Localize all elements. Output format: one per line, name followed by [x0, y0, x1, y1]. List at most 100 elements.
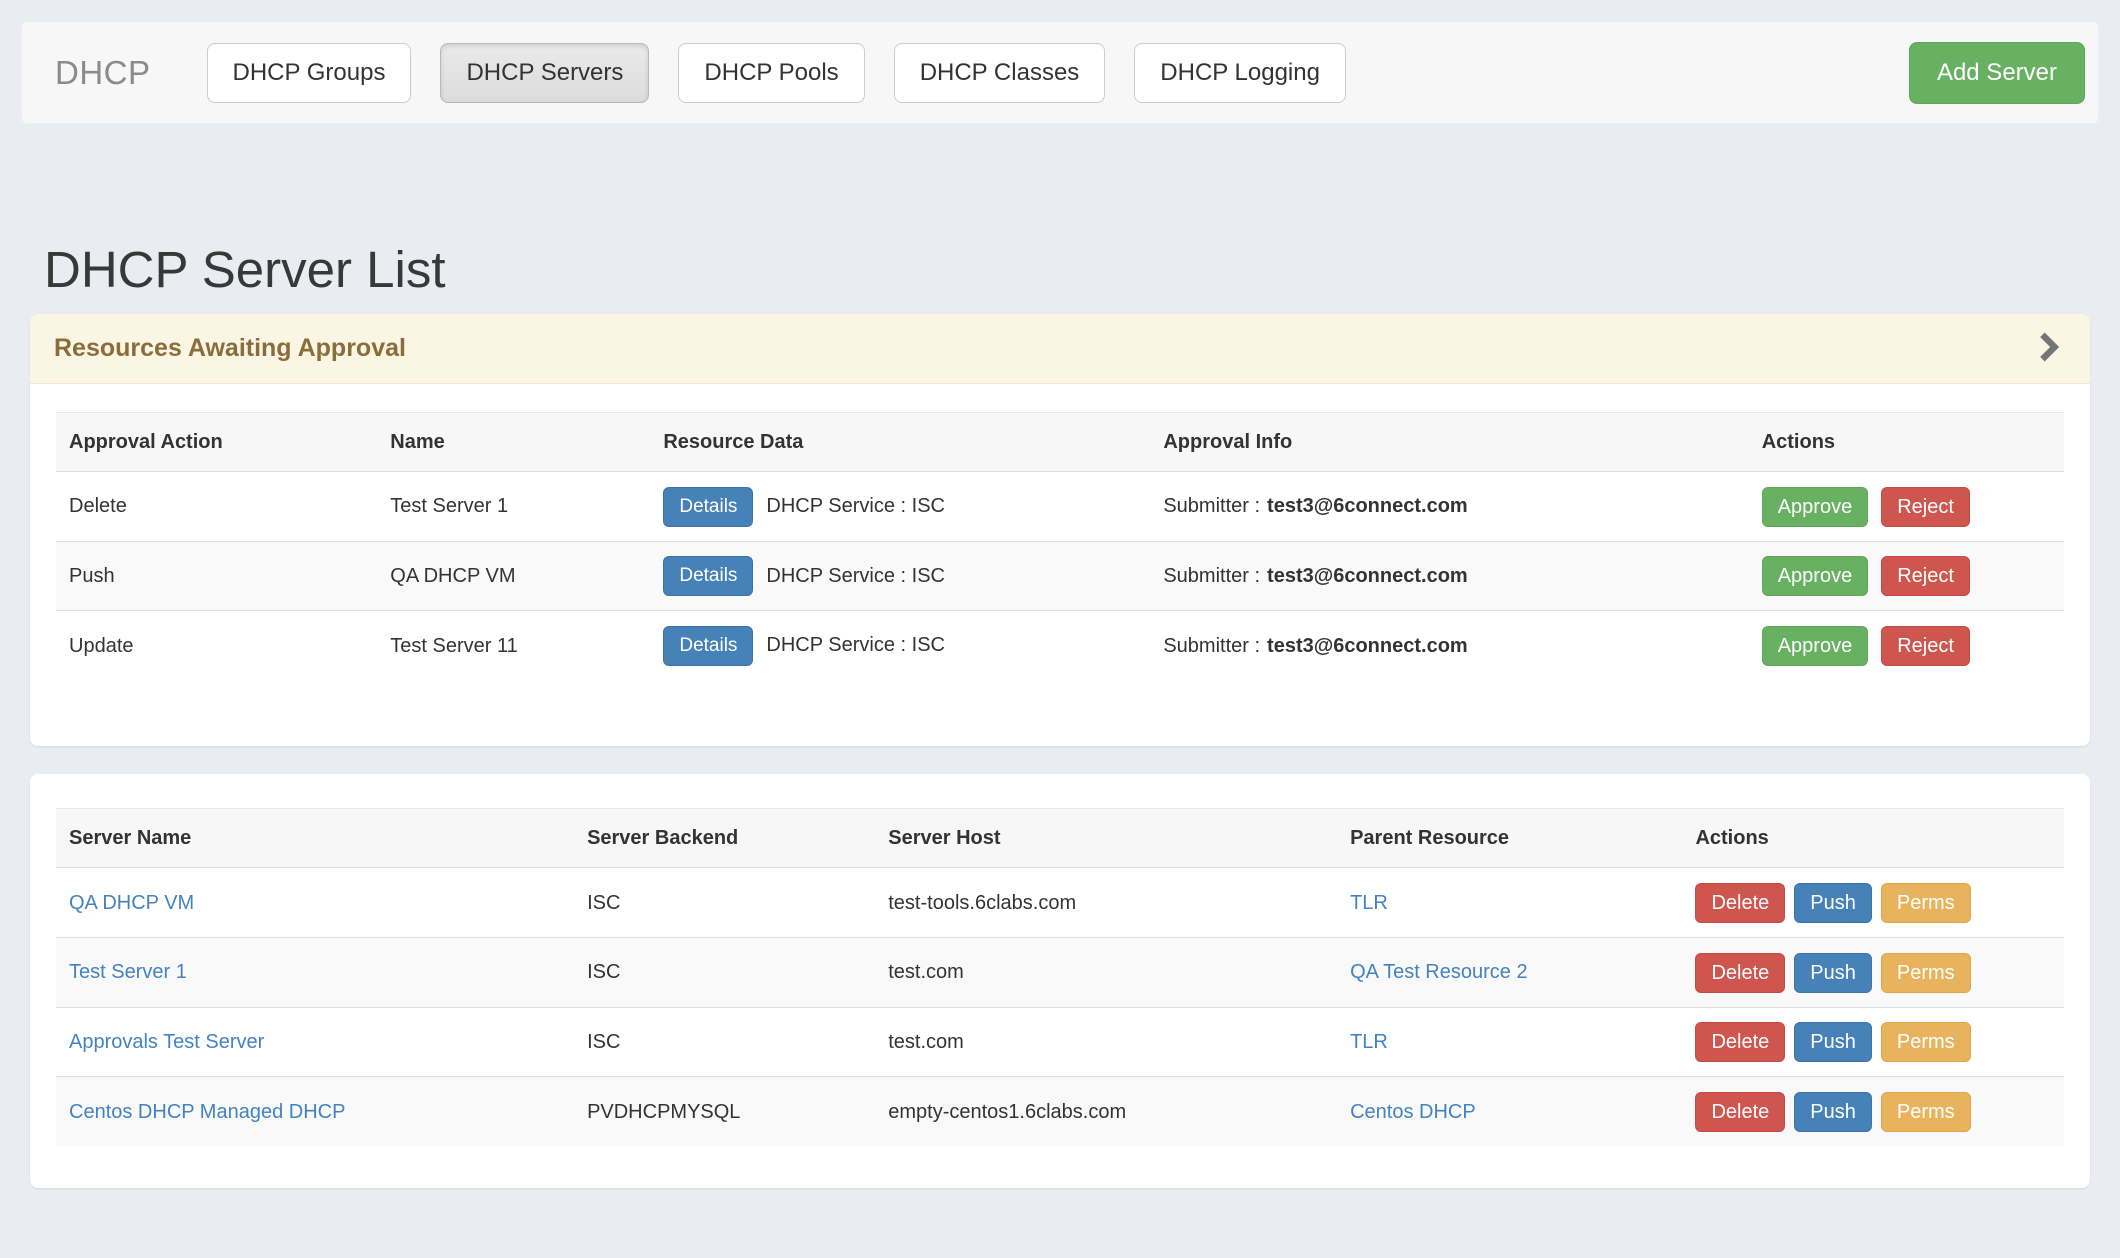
server-backend-cell: ISC: [574, 1007, 875, 1077]
column-header-name: Name: [377, 413, 650, 472]
approval-panel-body: Approval Action Name Resource Data Appro…: [30, 384, 2090, 746]
approve-button[interactable]: Approve: [1762, 487, 1869, 527]
column-header-server-backend: Server Backend: [574, 809, 875, 868]
submitter-label: Submitter :: [1163, 495, 1260, 517]
tab-dhcp-logging[interactable]: DHCP Logging: [1134, 43, 1346, 103]
server-host-cell: test.com: [875, 937, 1337, 1007]
server-actions-cell: DeletePushPerms: [1682, 868, 2064, 938]
delete-button[interactable]: Delete: [1695, 1092, 1785, 1132]
delete-button[interactable]: Delete: [1695, 883, 1785, 923]
column-header-parent-resource: Parent Resource: [1337, 809, 1682, 868]
server-actions-cell: DeletePushPerms: [1682, 937, 2064, 1007]
server-name-link[interactable]: Test Server 1: [69, 961, 187, 983]
column-header-approval-action: Approval Action: [56, 413, 377, 472]
server-host-cell: test.com: [875, 1007, 1337, 1077]
server-actions-cell: DeletePushPerms: [1682, 1077, 2064, 1146]
push-button[interactable]: Push: [1794, 953, 1872, 993]
approval-name-cell: QA DHCP VM: [377, 541, 650, 611]
server-host-cell: empty-centos1.6clabs.com: [875, 1077, 1337, 1146]
approval-row: Update Test Server 11 Details DHCP Servic…: [56, 611, 2064, 680]
tab-dhcp-groups[interactable]: DHCP Groups: [207, 43, 412, 103]
perms-button[interactable]: Perms: [1881, 1022, 1971, 1062]
reject-button[interactable]: Reject: [1881, 487, 1970, 527]
approval-actions-cell: Approve Reject: [1749, 541, 2064, 611]
parent-resource-link[interactable]: QA Test Resource 2: [1350, 961, 1528, 983]
perms-button[interactable]: Perms: [1881, 1092, 1971, 1132]
approval-actions-cell: Approve Reject: [1749, 472, 2064, 542]
tab-dhcp-classes[interactable]: DHCP Classes: [894, 43, 1106, 103]
delete-button[interactable]: Delete: [1695, 1022, 1785, 1062]
approval-actions-cell: Approve Reject: [1749, 611, 2064, 680]
resource-data-cell: Details DHCP Service : ISC: [650, 472, 1150, 542]
server-backend-cell: PVDHCPMYSQL: [574, 1077, 875, 1146]
server-name-link[interactable]: Centos DHCP Managed DHCP: [69, 1101, 345, 1123]
chevron-right-icon: [2037, 332, 2061, 365]
submitter-email: test3@6connect.com: [1267, 565, 1468, 587]
server-table-header-row: Server Name Server Backend Server Host P…: [56, 809, 2064, 868]
column-header-actions: Actions: [1682, 809, 2064, 868]
approval-panel-heading: Resources Awaiting Approval: [30, 314, 2090, 384]
approval-table: Approval Action Name Resource Data Appro…: [56, 412, 2064, 680]
server-row: Approvals Test Server ISC test.com TLR D…: [56, 1007, 2064, 1077]
push-button[interactable]: Push: [1794, 1022, 1872, 1062]
resource-data-text: DHCP Service : ISC: [766, 634, 945, 656]
parent-resource-link[interactable]: Centos DHCP: [1350, 1101, 1476, 1123]
resource-data-text: DHCP Service : ISC: [766, 495, 945, 517]
approval-action-cell: Update: [56, 611, 377, 680]
delete-button[interactable]: Delete: [1695, 953, 1785, 993]
column-header-server-name: Server Name: [56, 809, 574, 868]
approve-button[interactable]: Approve: [1762, 626, 1869, 666]
resource-data-text: DHCP Service : ISC: [766, 565, 945, 587]
parent-resource-link[interactable]: TLR: [1350, 892, 1388, 914]
approval-panel: Resources Awaiting Approval Approval Act…: [30, 314, 2090, 746]
parent-resource-link[interactable]: TLR: [1350, 1031, 1388, 1053]
server-list-panel-body: Server Name Server Backend Server Host P…: [30, 774, 2090, 1188]
details-button[interactable]: Details: [663, 556, 753, 596]
add-server-button[interactable]: Add Server: [1909, 42, 2085, 104]
perms-button[interactable]: Perms: [1881, 883, 1971, 923]
resource-data-cell: Details DHCP Service : ISC: [650, 611, 1150, 680]
push-button[interactable]: Push: [1794, 1092, 1872, 1132]
approval-panel-title: Resources Awaiting Approval: [54, 334, 406, 363]
perms-button[interactable]: Perms: [1881, 953, 1971, 993]
nav-brand: DHCP: [55, 54, 151, 92]
approval-row: Delete Test Server 1 Details DHCP Service…: [56, 472, 2064, 542]
collapse-toggle-button[interactable]: [2032, 332, 2066, 366]
column-header-actions: Actions: [1749, 413, 2064, 472]
push-button[interactable]: Push: [1794, 883, 1872, 923]
approve-button[interactable]: Approve: [1762, 556, 1869, 596]
approval-name-cell: Test Server 11: [377, 611, 650, 680]
submitter-label: Submitter :: [1163, 565, 1260, 587]
submitter-email: test3@6connect.com: [1267, 495, 1468, 517]
server-row: QA DHCP VM ISC test-tools.6clabs.com TLR…: [56, 868, 2064, 938]
server-name-link[interactable]: QA DHCP VM: [69, 892, 194, 914]
resource-data-cell: Details DHCP Service : ISC: [650, 541, 1150, 611]
approval-info-cell: Submitter : test3@6connect.com: [1150, 541, 1748, 611]
server-backend-cell: ISC: [574, 868, 875, 938]
approval-row: Push QA DHCP VM Details DHCP Service : IS…: [56, 541, 2064, 611]
server-list-panel: Server Name Server Backend Server Host P…: [30, 774, 2090, 1188]
top-nav: DHCP DHCP Groups DHCP Servers DHCP Pools…: [21, 21, 2099, 124]
page-title: DHCP Server List: [44, 242, 2120, 298]
approval-table-header-row: Approval Action Name Resource Data Appro…: [56, 413, 2064, 472]
server-backend-cell: ISC: [574, 937, 875, 1007]
approval-action-cell: Delete: [56, 472, 377, 542]
tab-dhcp-pools[interactable]: DHCP Pools: [678, 43, 864, 103]
server-row: Centos DHCP Managed DHCP PVDHCPMYSQL emp…: [56, 1077, 2064, 1146]
server-host-cell: test-tools.6clabs.com: [875, 868, 1337, 938]
reject-button[interactable]: Reject: [1881, 556, 1970, 596]
server-name-link[interactable]: Approvals Test Server: [69, 1031, 264, 1053]
submitter-email: test3@6connect.com: [1267, 635, 1468, 657]
reject-button[interactable]: Reject: [1881, 626, 1970, 666]
column-header-server-host: Server Host: [875, 809, 1337, 868]
server-row: Test Server 1 ISC test.com QA Test Resou…: [56, 937, 2064, 1007]
approval-info-cell: Submitter :test3@6connect.com: [1150, 611, 1748, 680]
details-button[interactable]: Details: [663, 487, 753, 527]
approval-name-cell: Test Server 1: [377, 472, 650, 542]
column-header-resource-data: Resource Data: [650, 413, 1150, 472]
details-button[interactable]: Details: [663, 626, 753, 666]
tab-dhcp-servers[interactable]: DHCP Servers: [440, 43, 649, 103]
server-table: Server Name Server Backend Server Host P…: [56, 808, 2064, 1146]
approval-info-cell: Submitter : test3@6connect.com: [1150, 472, 1748, 542]
approval-action-cell: Push: [56, 541, 377, 611]
